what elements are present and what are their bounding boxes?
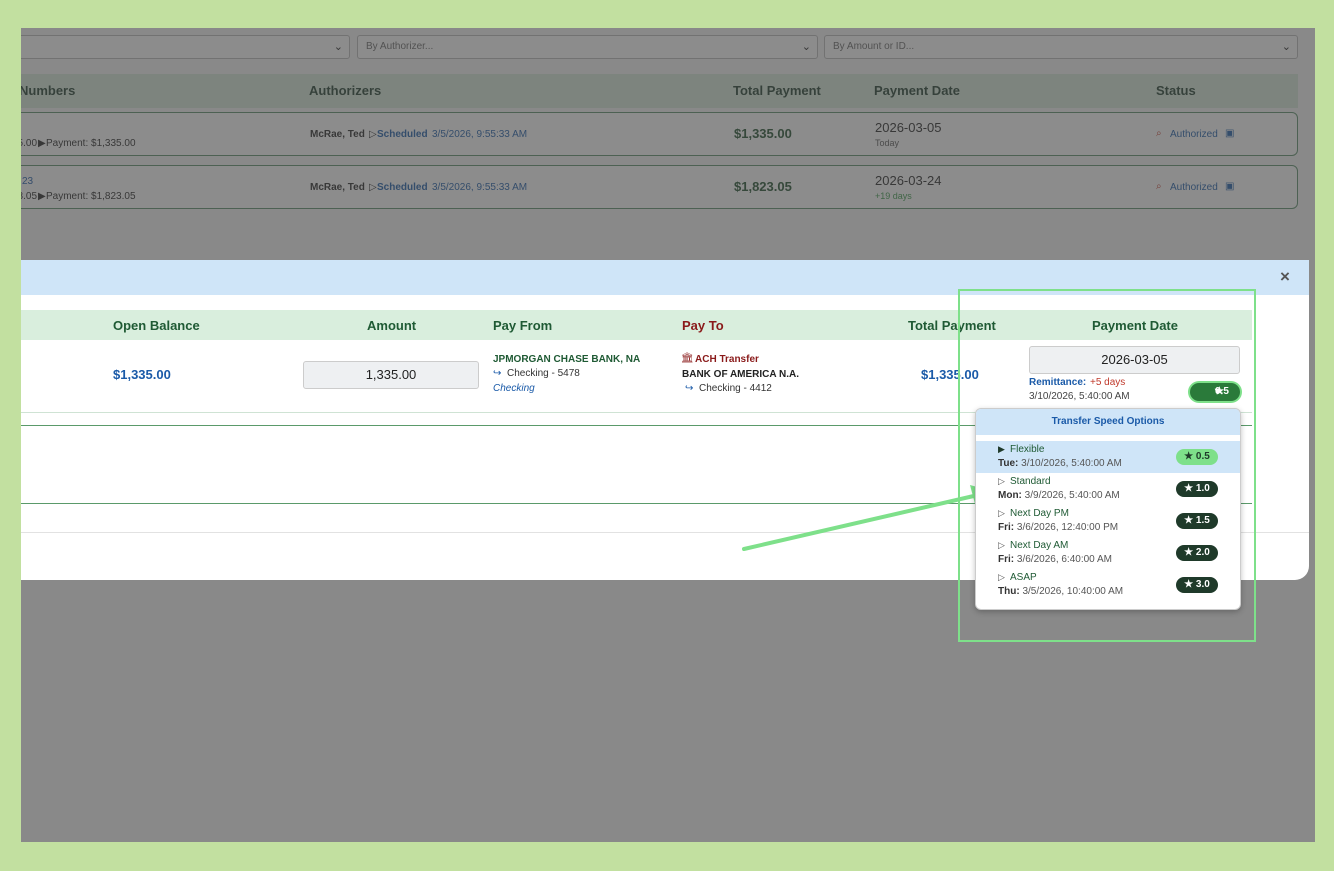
annotation-highlight-box — [958, 289, 1256, 642]
